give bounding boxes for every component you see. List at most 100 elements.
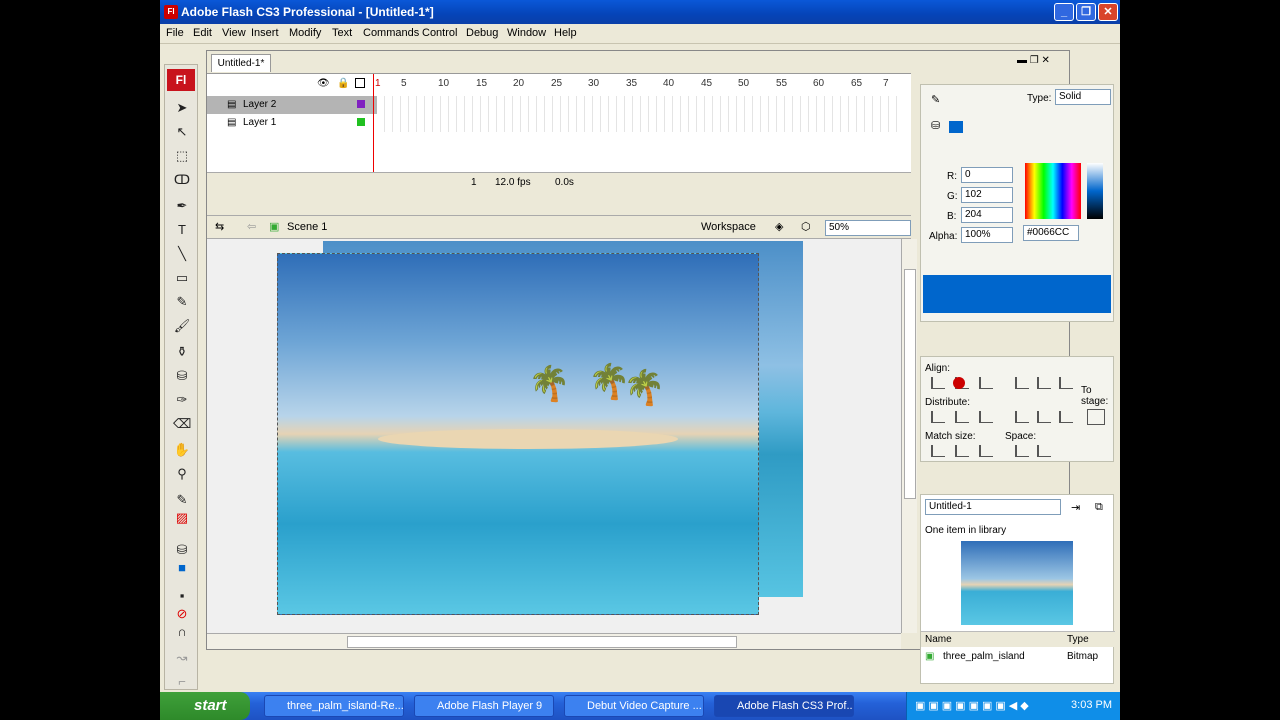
match-width-icon[interactable] [931, 445, 945, 457]
default-colors-icon[interactable]: ▪ [173, 587, 191, 605]
green-input[interactable]: 102 [961, 187, 1013, 203]
outline-icon[interactable] [355, 78, 365, 88]
align-right-icon[interactable] [979, 377, 993, 389]
menu-insert[interactable]: Insert [251, 27, 279, 39]
edit-scene-menu-icon[interactable]: ⬡ [801, 220, 811, 233]
fill-type-select[interactable]: Solid [1055, 89, 1111, 105]
distribute-center-icon[interactable] [1037, 411, 1051, 423]
hscroll-thumb[interactable] [347, 636, 737, 648]
stroke-color-icon[interactable]: ✎ [931, 93, 940, 106]
stroke-color-icon[interactable]: ✎ [173, 491, 191, 509]
fill-color-swatch[interactable] [949, 121, 963, 133]
red-input[interactable]: 0 [961, 167, 1013, 183]
distribute-left-icon[interactable] [1015, 411, 1029, 423]
fill-color-icon[interactable]: ⛁ [173, 541, 191, 559]
back-arrow-icon[interactable]: ⇦ [247, 220, 256, 233]
distribute-middle-icon[interactable] [955, 411, 969, 423]
menu-text[interactable]: Text [332, 27, 352, 39]
new-library-icon[interactable]: ⧉ [1095, 501, 1103, 514]
align-top-icon[interactable] [1015, 377, 1029, 389]
eyedropper-tool-icon[interactable]: ✑ [173, 391, 191, 409]
no-color-icon[interactable]: ⊘ [173, 605, 191, 623]
menu-modify[interactable]: Modify [289, 27, 321, 39]
menu-window[interactable]: Window [507, 27, 546, 39]
layer-row-2[interactable]: ▤ Layer 2 [207, 96, 377, 114]
blue-input[interactable]: 204 [961, 207, 1013, 223]
horizontal-scrollbar[interactable] [207, 633, 901, 649]
edit-symbols-icon[interactable]: ◈ [775, 220, 783, 233]
pen-tool-icon[interactable]: ✒ [173, 197, 191, 215]
free-transform-tool-icon[interactable]: ⬚ [173, 147, 191, 165]
distribute-right-icon[interactable] [1059, 411, 1073, 423]
menu-file[interactable]: File [166, 27, 184, 39]
space-vertical-icon[interactable] [1015, 445, 1029, 457]
column-name[interactable]: Name [925, 634, 952, 645]
taskbar-item-debut[interactable]: Debut Video Capture ... [564, 695, 704, 717]
stage-bitmap[interactable]: 🌴 🌴 🌴 [277, 253, 759, 615]
alpha-input[interactable]: 100% [961, 227, 1013, 243]
align-bottom-icon[interactable] [1059, 377, 1073, 389]
color-spectrum[interactable] [1025, 163, 1081, 219]
layer-name[interactable]: Layer 1 [243, 117, 276, 128]
stroke-color-swatch[interactable]: ▨ [173, 509, 191, 527]
eraser-tool-icon[interactable]: ⌫ [173, 415, 191, 433]
frame-grid[interactable] [377, 96, 897, 132]
column-type[interactable]: Type [1067, 634, 1089, 645]
library-document-select[interactable]: Untitled-1 [925, 499, 1061, 515]
zoom-tool-icon[interactable]: ⚲ [173, 465, 191, 483]
edit-scene-icon[interactable]: ⇆ [215, 220, 224, 233]
line-tool-icon[interactable]: ╲ [173, 245, 191, 263]
tab-untitled-1[interactable]: Untitled-1* [211, 54, 271, 72]
fill-bucket-icon[interactable]: ⛁ [931, 119, 940, 132]
to-stage-button[interactable] [1087, 409, 1105, 425]
hex-input[interactable]: #0066CC [1023, 225, 1079, 241]
hand-tool-icon[interactable]: ✋ [173, 441, 191, 459]
vscroll-thumb[interactable] [904, 269, 916, 499]
eye-icon[interactable]: 👁 [317, 78, 330, 89]
snap-to-objects-icon[interactable]: ∩ [173, 623, 191, 641]
align-left-icon[interactable] [931, 377, 945, 389]
taskbar-item-flash-cs3[interactable]: Adobe Flash CS3 Prof... [714, 695, 854, 717]
menu-view[interactable]: View [222, 27, 246, 39]
zoom-select[interactable]: 50% [825, 220, 911, 236]
menu-debug[interactable]: Debug [466, 27, 498, 39]
menu-control[interactable]: Control [422, 27, 457, 39]
selection-tool-icon[interactable]: ➤ [173, 99, 191, 117]
brightness-slider[interactable] [1087, 163, 1103, 219]
vertical-scrollbar[interactable] [901, 239, 917, 633]
distribute-bottom-icon[interactable] [979, 411, 993, 423]
rectangle-tool-icon[interactable]: ▭ [173, 269, 191, 287]
layer-name[interactable]: Layer 2 [243, 99, 276, 110]
text-tool-icon[interactable]: T [173, 221, 191, 239]
lock-icon[interactable]: 🔒 [337, 78, 349, 89]
ink-bottle-tool-icon[interactable]: ⚱ [173, 343, 191, 361]
minimize-button[interactable]: _ [1054, 3, 1074, 21]
paint-bucket-tool-icon[interactable]: ⛁ [173, 367, 191, 385]
subselection-tool-icon[interactable]: ↖ [173, 123, 191, 141]
match-height-icon[interactable] [955, 445, 969, 457]
doc-window-controls[interactable]: ▬ ❐ ✕ [1017, 55, 1050, 66]
library-item[interactable]: ▣ three_palm_island Bitmap [921, 649, 1115, 665]
lasso-tool-icon[interactable]: ↀ [173, 171, 191, 189]
match-both-icon[interactable] [979, 445, 993, 457]
layer-row-1[interactable]: ▤ Layer 1 [207, 114, 377, 132]
pin-library-icon[interactable]: ⇥ [1071, 501, 1080, 514]
stage-area[interactable]: 🌴 🌴 🌴 [207, 239, 901, 633]
fill-color-swatch[interactable]: ■ [173, 559, 191, 577]
menu-edit[interactable]: Edit [193, 27, 212, 39]
start-button[interactable]: start [160, 692, 250, 720]
menu-help[interactable]: Help [554, 27, 577, 39]
workspace-menu[interactable]: Workspace [701, 221, 756, 233]
straighten-icon[interactable]: ⌐ [173, 673, 191, 691]
align-middle-icon[interactable] [1037, 377, 1051, 389]
close-button[interactable]: ✕ [1098, 3, 1118, 21]
tray-icons[interactable]: ▣▣▣▣▣▣▣◀◆ [915, 699, 1032, 712]
taskbar-item-photoshop[interactable]: three_palm_island-Re... [264, 695, 404, 717]
pencil-tool-icon[interactable]: ✎ [173, 293, 191, 311]
maximize-button[interactable]: ❐ [1076, 3, 1096, 21]
menu-commands[interactable]: Commands [363, 27, 419, 39]
smooth-icon[interactable]: ↝ [173, 649, 191, 667]
brush-tool-icon[interactable]: 🖌 [173, 317, 191, 335]
space-horizontal-icon[interactable] [1037, 445, 1051, 457]
scene-label[interactable]: Scene 1 [287, 221, 327, 233]
